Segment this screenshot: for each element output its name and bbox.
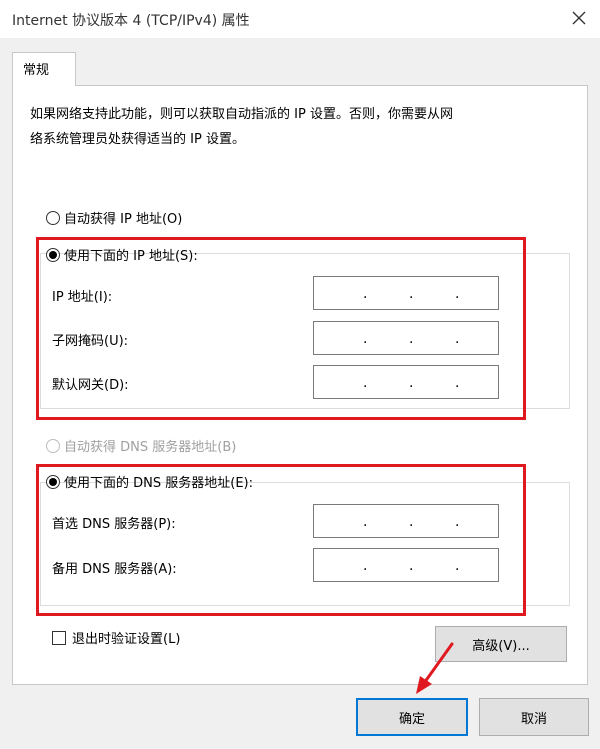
description-line-2: 络系统管理员处获得适当的 IP 设置。	[30, 132, 245, 147]
auto-ip-label: 自动获得 IP 地址(O)	[64, 212, 183, 227]
red-arrow-annotation	[408, 640, 458, 696]
close-icon[interactable]	[567, 6, 591, 30]
validate-settings-option[interactable]: 退出时验证设置(L)	[52, 628, 180, 647]
validate-settings-label: 退出时验证设置(L)	[72, 632, 181, 647]
advanced-button-label: 高级(V)...	[472, 638, 530, 654]
window-title: Internet 协议版本 4 (TCP/IPv4) 属性	[12, 13, 250, 29]
auto-dns-option[interactable]: 自动获得 DNS 服务器地址(B)	[46, 436, 236, 455]
tab-general-label: 常规	[23, 63, 50, 78]
auto-ip-radio[interactable]	[46, 210, 60, 225]
auto-dns-radio[interactable]	[46, 438, 60, 453]
auto-dns-label: 自动获得 DNS 服务器地址(B)	[64, 440, 237, 455]
auto-ip-option[interactable]: 自动获得 IP 地址(O)	[46, 208, 182, 227]
dns-highlight-box	[36, 464, 526, 616]
cancel-button-label: 取消	[520, 711, 547, 727]
tab-general[interactable]: 常规	[12, 52, 76, 86]
ok-button[interactable]: 确定	[356, 698, 468, 736]
cancel-button[interactable]: 取消	[479, 698, 589, 736]
description-line-1: 如果网络支持此功能，则可以获取自动指派的 IP 设置。否则，你需要从网	[30, 107, 453, 122]
ok-button-label: 确定	[398, 711, 425, 727]
ip-highlight-box	[36, 237, 526, 420]
validate-settings-checkbox[interactable]	[52, 630, 66, 645]
